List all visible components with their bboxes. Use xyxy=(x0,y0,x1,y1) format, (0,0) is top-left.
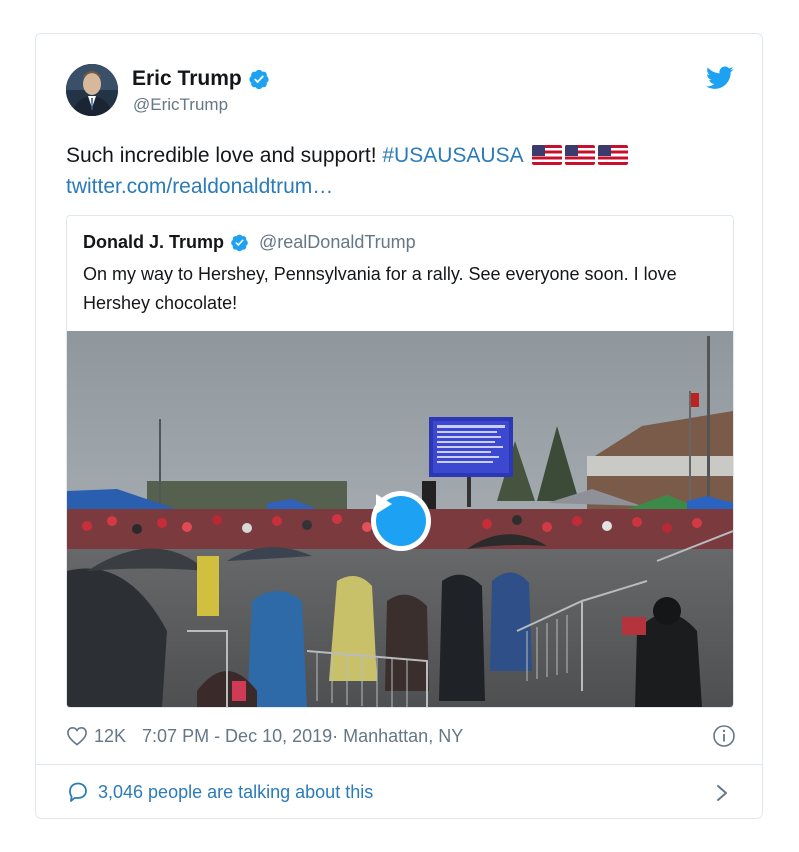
conversation-link[interactable]: 3,046 people are talking about this xyxy=(66,778,736,806)
tweet-meta: 12K 7:07 PM - Dec 10, 2019 · Manhattan, … xyxy=(66,722,736,750)
twitter-bird-icon[interactable] xyxy=(706,66,734,90)
quoted-author-name[interactable]: Donald J. Trump xyxy=(83,232,224,253)
timestamp-link[interactable]: 7:07 PM - Dec 10, 2019 xyxy=(142,726,332,747)
quoted-author-handle[interactable]: @realDonaldTrump xyxy=(259,232,416,253)
conversation-text[interactable]: 3,046 people are talking about this xyxy=(98,782,373,803)
chevron-right-icon[interactable] xyxy=(714,783,730,803)
quoted-author[interactable]: Donald J. Trump @realDonaldTrump xyxy=(83,232,416,253)
us-flag-icon xyxy=(532,145,563,165)
author-name[interactable]: Eric Trump xyxy=(132,67,270,91)
quoted-tweet[interactable]: Donald J. Trump @realDonaldTrump On my w… xyxy=(66,215,734,708)
play-button[interactable] xyxy=(371,491,431,551)
like-button[interactable]: 12K xyxy=(66,726,126,747)
tweet-text-body: Such incredible love and support! xyxy=(66,144,383,167)
video-thumbnail[interactable] xyxy=(67,331,733,707)
flag-emojis xyxy=(532,145,629,165)
play-icon xyxy=(376,494,392,514)
location-link[interactable]: · Manhattan, NY xyxy=(332,726,463,747)
tweet-text: Such incredible love and support! #USAUS… xyxy=(66,140,736,202)
us-flag-icon xyxy=(565,145,596,165)
like-count: 12K xyxy=(94,725,127,746)
quoted-tweet-text: On my way to Hershey, Pennsylvania for a… xyxy=(83,264,677,313)
hashtag-link[interactable]: #USAUSAUSA xyxy=(382,144,522,167)
verified-icon xyxy=(231,234,248,252)
us-flag-icon xyxy=(598,145,629,165)
author-handle[interactable]: @EricTrump xyxy=(133,95,228,115)
comment-icon xyxy=(69,782,87,802)
author-name-text[interactable]: Eric Trump xyxy=(132,67,242,91)
info-icon[interactable] xyxy=(712,724,736,748)
heart-icon xyxy=(67,726,87,746)
tweet-url-link[interactable]: twitter.com/realdonaldtrum… xyxy=(66,175,333,198)
verified-icon xyxy=(249,69,269,90)
divider xyxy=(36,764,762,765)
avatar[interactable] xyxy=(66,64,118,116)
embedded-tweet-card: Eric Trump @EricTrump Such incredible lo… xyxy=(35,33,763,819)
